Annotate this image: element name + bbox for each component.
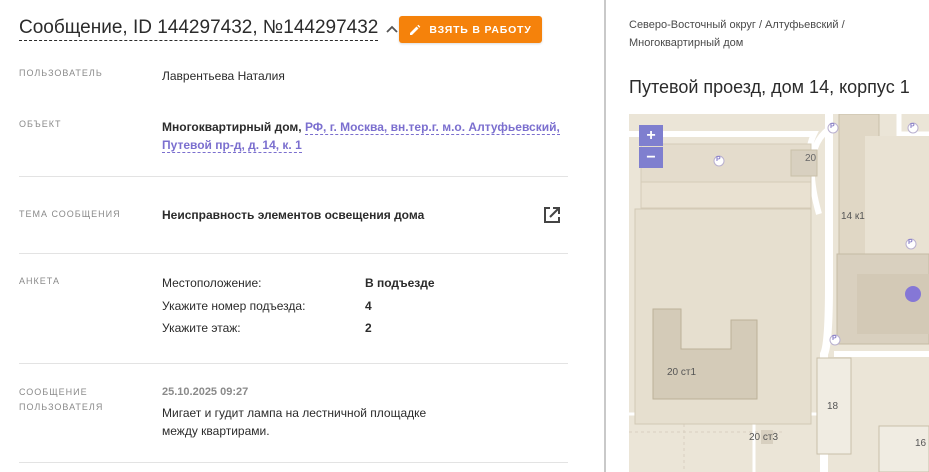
object-label: ОБЪЕКТ [19,119,62,129]
map-label-14k1: 14 к1 [841,211,865,222]
message-title[interactable]: Сообщение, ID 144297432, №144297432 [19,17,379,41]
location-marker-icon[interactable] [905,286,921,302]
parking-label: P [832,335,837,342]
parking-label: P [716,156,721,163]
parking-label: P [830,123,835,130]
zoom-out-button[interactable]: − [639,147,663,168]
take-to-work-button[interactable]: ВЗЯТЬ В РАБОТУ [399,16,542,43]
survey-answer-floor: 2 [365,321,372,335]
user-message-label-2: ПОЛЬЗОВАТЕЛЯ [19,402,104,412]
topic-value: Неисправность элементов освещения дома [162,208,425,222]
parking-label: P [908,239,913,246]
survey-label: АНКЕТА [19,276,60,286]
map[interactable]: + − 20 14 к1 20 ст1 18 20 ст3 16 P P P P… [629,114,929,472]
zoom-in-button[interactable]: + [639,125,663,146]
map-label-20: 20 [805,153,817,164]
title-row: Сообщение, ID 144297432, №144297432 [19,17,400,41]
divider [19,462,568,463]
map-canvas[interactable] [629,114,929,472]
survey-answer-entrance: 4 [365,299,372,313]
divider [19,253,568,254]
user-message-text: Мигает и гудит лампа на лестничной площа… [162,406,427,438]
external-link-icon[interactable] [541,204,563,226]
survey-question-entrance: Укажите номер подъезда: [162,299,306,313]
parking-label: P [910,123,915,130]
breadcrumb: Северо-Восточный округ / Алтуфьевский / … [629,16,919,52]
divider [19,176,568,177]
topic-label: ТЕМА СООБЩЕНИЯ [19,209,121,219]
address-title: Путевой проезд, дом 14, корпус 1 [629,77,910,97]
map-label-20st1: 20 ст1 [667,367,697,378]
object-type: Многоквартирный дом, [162,120,302,134]
user-value: Лаврентьева Наталия [162,69,285,83]
user-message-label: СООБЩЕНИЕ [19,387,88,397]
message-panel: Сообщение, ID 144297432, №144297432 ВЗЯТ… [0,0,604,472]
user-label: ПОЛЬЗОВАТЕЛЬ [19,68,103,78]
user-message-date: 25.10.2025 09:27 [162,386,249,398]
map-label-16: 16 [915,438,927,449]
map-label-20st3: 20 ст3 [749,432,779,443]
survey-question-floor: Укажите этаж: [162,321,241,335]
breadcrumb-line-1[interactable]: Северо-Восточный округ / Алтуфьевский / [629,19,845,31]
divider [19,363,568,364]
map-label-18: 18 [827,401,839,412]
object-value: Многоквартирный дом, РФ, г. Москва, вн.т… [162,118,562,154]
survey-question-location: Местоположение: [162,276,262,290]
pencil-icon [410,24,421,35]
object-address-link-1[interactable]: РФ, г. Москва, вн.тер.г. м.о. Алтуфьевск… [304,120,560,135]
chevron-up-icon[interactable] [384,22,400,38]
take-to-work-label: ВЗЯТЬ В РАБОТУ [429,23,532,36]
object-side-panel: Северо-Восточный округ / Алтуфьевский / … [606,0,929,472]
object-address-link-2[interactable]: Путевой пр-д, д. 14, к. 1 [162,138,302,153]
breadcrumb-line-2[interactable]: Многоквартирный дом [629,37,743,49]
survey-answer-location: В подъезде [365,276,435,290]
